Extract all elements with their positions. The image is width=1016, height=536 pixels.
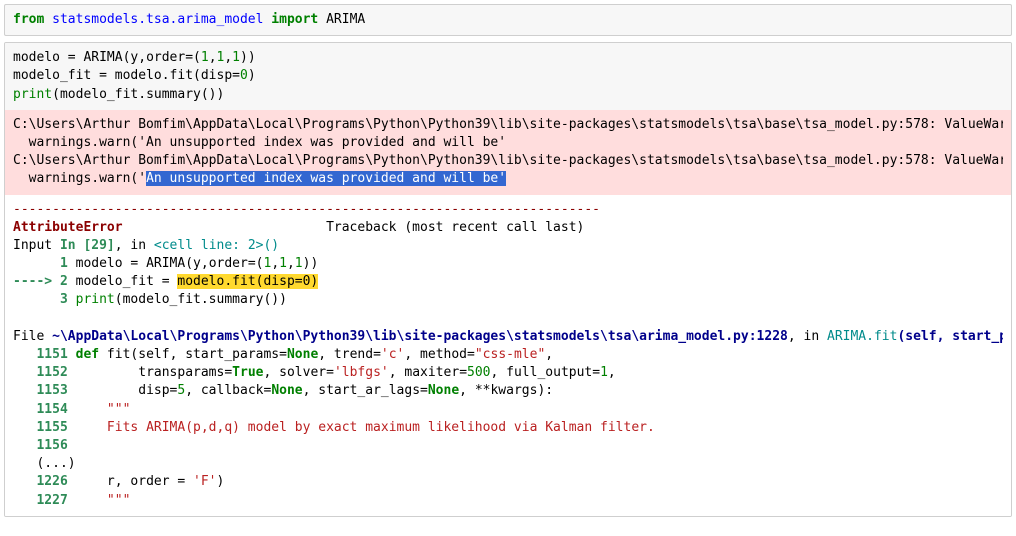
- code-cell-2[interactable]: modelo = ARIMA(y,order=(1,1,1)) modelo_f…: [5, 43, 1011, 110]
- code-cell-1[interactable]: from statsmodels.tsa.arima_model import …: [4, 4, 1012, 36]
- traceback-text: ----------------------------------------…: [13, 201, 1003, 510]
- error-name: AttributeError: [13, 220, 123, 235]
- cell-line-link: <cell line: 2>: [154, 238, 264, 253]
- code-content-1: from statsmodels.tsa.arima_model import …: [13, 11, 1003, 29]
- traceback-label: Traceback (most recent call last): [123, 220, 585, 235]
- error-highlight: modelo.fit(disp=0): [177, 274, 318, 289]
- warning-text[interactable]: C:\Users\Arthur Bomfim\AppData\Local\Pro…: [13, 116, 1003, 189]
- error-arrow: ---->: [13, 274, 60, 289]
- warning-output: C:\Users\Arthur Bomfim\AppData\Local\Pro…: [5, 110, 1011, 195]
- module-name: statsmodels.tsa.arima_model: [52, 12, 263, 27]
- class-name: ARIMA: [326, 12, 365, 27]
- selected-warning-text[interactable]: An unsupported index was provided and wi…: [146, 171, 506, 186]
- file-path: ~\AppData\Local\Programs\Python\Python39…: [52, 329, 788, 344]
- traceback-divider: ----------------------------------------…: [13, 202, 600, 217]
- code-cell-2-wrapper: modelo = ARIMA(y,order=(1,1,1)) modelo_f…: [4, 42, 1012, 517]
- print-builtin: print: [13, 87, 52, 102]
- function-link: ARIMA.fit: [827, 329, 897, 344]
- code-content-2: modelo = ARIMA(y,order=(1,1,1)) modelo_f…: [13, 49, 1003, 104]
- traceback-output[interactable]: ----------------------------------------…: [5, 195, 1011, 516]
- keyword-import: import: [271, 12, 318, 27]
- keyword-from: from: [13, 12, 44, 27]
